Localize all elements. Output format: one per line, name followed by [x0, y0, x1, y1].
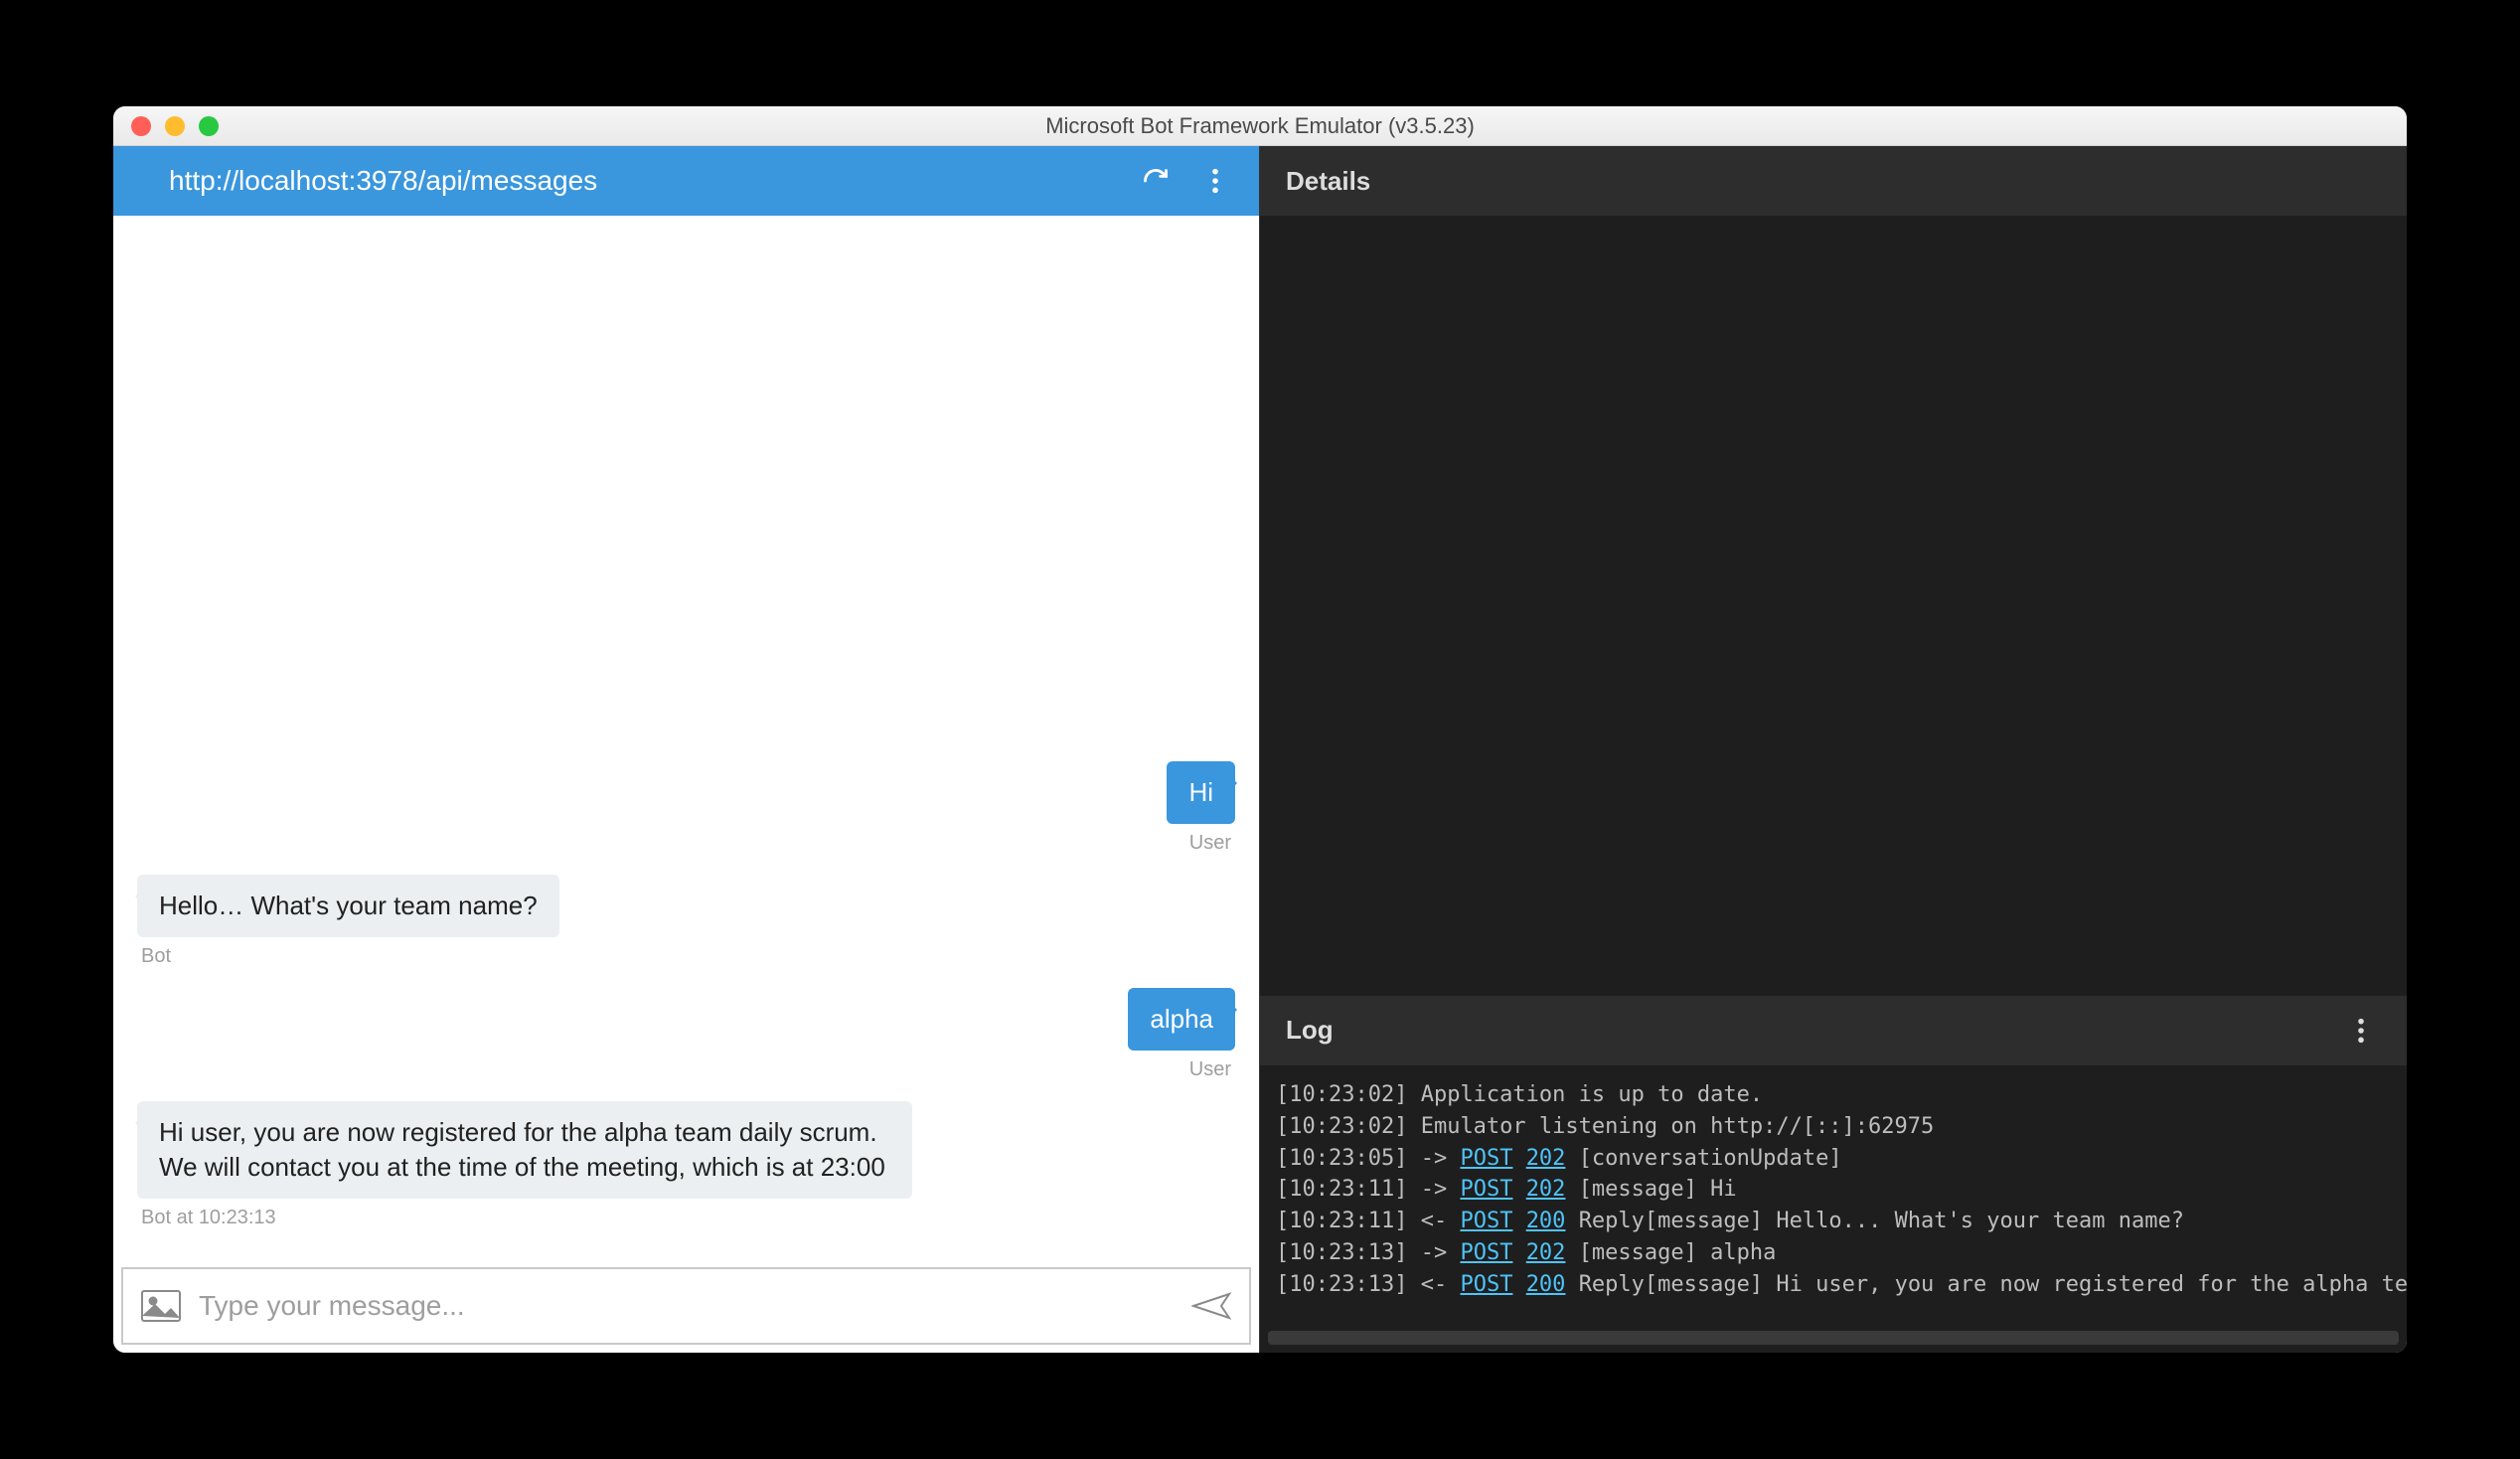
message-composer [121, 1267, 1251, 1345]
details-header: Details [1260, 146, 2407, 216]
log-method[interactable]: POST [1460, 1272, 1512, 1297]
app-window: Microsoft Bot Framework Emulator (v3.5.2… [113, 106, 2407, 1353]
chat-transcript[interactable]: Hi User Hello… What's your team name? Bo… [113, 216, 1259, 1259]
vertical-dots-icon [2357, 1017, 2365, 1045]
window-title: Microsoft Bot Framework Emulator (v3.5.2… [113, 113, 2407, 139]
log-status[interactable]: 202 [1526, 1146, 1566, 1171]
log-status[interactable]: 202 [1526, 1240, 1566, 1265]
log-line[interactable]: [10:23:11] <- POST 200 Reply[message] He… [1276, 1206, 2391, 1237]
refresh-icon [1142, 167, 1170, 195]
log-line[interactable]: [10:23:11] -> POST 202 [message] Hi [1276, 1174, 2391, 1206]
message-bubble: Hi [1167, 761, 1235, 824]
details-title: Details [1286, 166, 1370, 197]
message-meta: Bot [137, 945, 1235, 968]
send-icon [1191, 1290, 1231, 1322]
log-body[interactable]: [10:23:02] Application is up to date. [1… [1260, 1065, 2407, 1331]
message-input[interactable] [199, 1290, 1174, 1322]
log-line[interactable]: [10:23:05] -> POST 202 [conversationUpda… [1276, 1143, 2391, 1175]
log-text: Reply[message] Hello... What's your team… [1579, 1209, 2184, 1233]
log-method[interactable]: POST [1460, 1209, 1512, 1233]
log-timestamp: [10:23:05] [1276, 1146, 1407, 1171]
log-arrow: <- [1421, 1209, 1448, 1233]
message-bubble: Hi user, you are now registered for the … [137, 1101, 912, 1199]
log-text: Reply[message] Hi user, you are now regi… [1579, 1272, 2407, 1297]
endpoint-url[interactable]: http://localhost:3978/api/messages [169, 165, 1116, 197]
log-title: Log [1286, 1015, 1334, 1046]
log-line[interactable]: [10:23:13] <- POST 200 Reply[message] Hi… [1276, 1269, 2391, 1301]
details-body[interactable] [1260, 216, 2407, 996]
log-status[interactable]: 202 [1526, 1177, 1566, 1202]
chat-message[interactable]: alpha User [137, 988, 1235, 1081]
chat-message[interactable]: Hi user, you are now registered for the … [137, 1101, 1235, 1229]
message-meta: User [137, 832, 1235, 855]
inspector-pane: Details Log [10:23:02] Application is up… [1260, 146, 2407, 1353]
log-timestamp: [10:23:11] [1276, 1209, 1407, 1233]
message-meta: Bot at 10:23:13 [137, 1207, 1235, 1229]
log-timestamp: [10:23:02] [1276, 1114, 1407, 1139]
log-text: Emulator listening on http://[::]:62975 [1421, 1114, 1935, 1139]
log-timestamp: [10:23:13] [1276, 1240, 1407, 1265]
log-text: [conversationUpdate] [1579, 1146, 1842, 1171]
log-timestamp: [10:23:02] [1276, 1082, 1407, 1107]
horizontal-scrollbar[interactable] [1268, 1331, 2399, 1345]
image-icon [141, 1290, 181, 1322]
send-button[interactable] [1191, 1290, 1231, 1322]
log-arrow: -> [1421, 1177, 1448, 1202]
log-arrow: -> [1421, 1146, 1448, 1171]
log-method[interactable]: POST [1460, 1146, 1512, 1171]
message-bubble: Hello… What's your team name? [137, 875, 559, 937]
log-text: Application is up to date. [1421, 1082, 1763, 1107]
log-status[interactable]: 200 [1526, 1272, 1566, 1297]
log-menu-button[interactable] [2341, 1011, 2381, 1051]
log-header: Log [1260, 996, 2407, 1065]
log-line[interactable]: [10:23:02] Emulator listening on http://… [1276, 1111, 2391, 1143]
log-status[interactable]: 200 [1526, 1209, 1566, 1233]
log-timestamp: [10:23:11] [1276, 1177, 1407, 1202]
chat-pane: http://localhost:3978/api/messages Hi [113, 146, 1260, 1353]
log-method[interactable]: POST [1460, 1240, 1512, 1265]
log-text: [message] Hi [1579, 1177, 1737, 1202]
attach-image-button[interactable] [141, 1290, 181, 1322]
log-line[interactable]: [10:23:13] -> POST 202 [message] alpha [1276, 1237, 2391, 1269]
more-menu-button[interactable] [1195, 161, 1235, 201]
log-method[interactable]: POST [1460, 1177, 1512, 1202]
address-bar: http://localhost:3978/api/messages [113, 146, 1259, 216]
log-line[interactable]: [10:23:02] Application is up to date. [1276, 1079, 2391, 1111]
log-arrow: <- [1421, 1272, 1448, 1297]
chat-message[interactable]: Hi User [137, 761, 1235, 855]
message-bubble: alpha [1128, 988, 1235, 1051]
titlebar: Microsoft Bot Framework Emulator (v3.5.2… [113, 106, 2407, 146]
message-meta: User [137, 1058, 1235, 1081]
log-arrow: -> [1421, 1240, 1448, 1265]
log-timestamp: [10:23:13] [1276, 1272, 1407, 1297]
log-text: [message] alpha [1579, 1240, 1777, 1265]
vertical-dots-icon [1211, 167, 1219, 195]
refresh-button[interactable] [1136, 161, 1176, 201]
chat-message[interactable]: Hello… What's your team name? Bot [137, 875, 1235, 968]
